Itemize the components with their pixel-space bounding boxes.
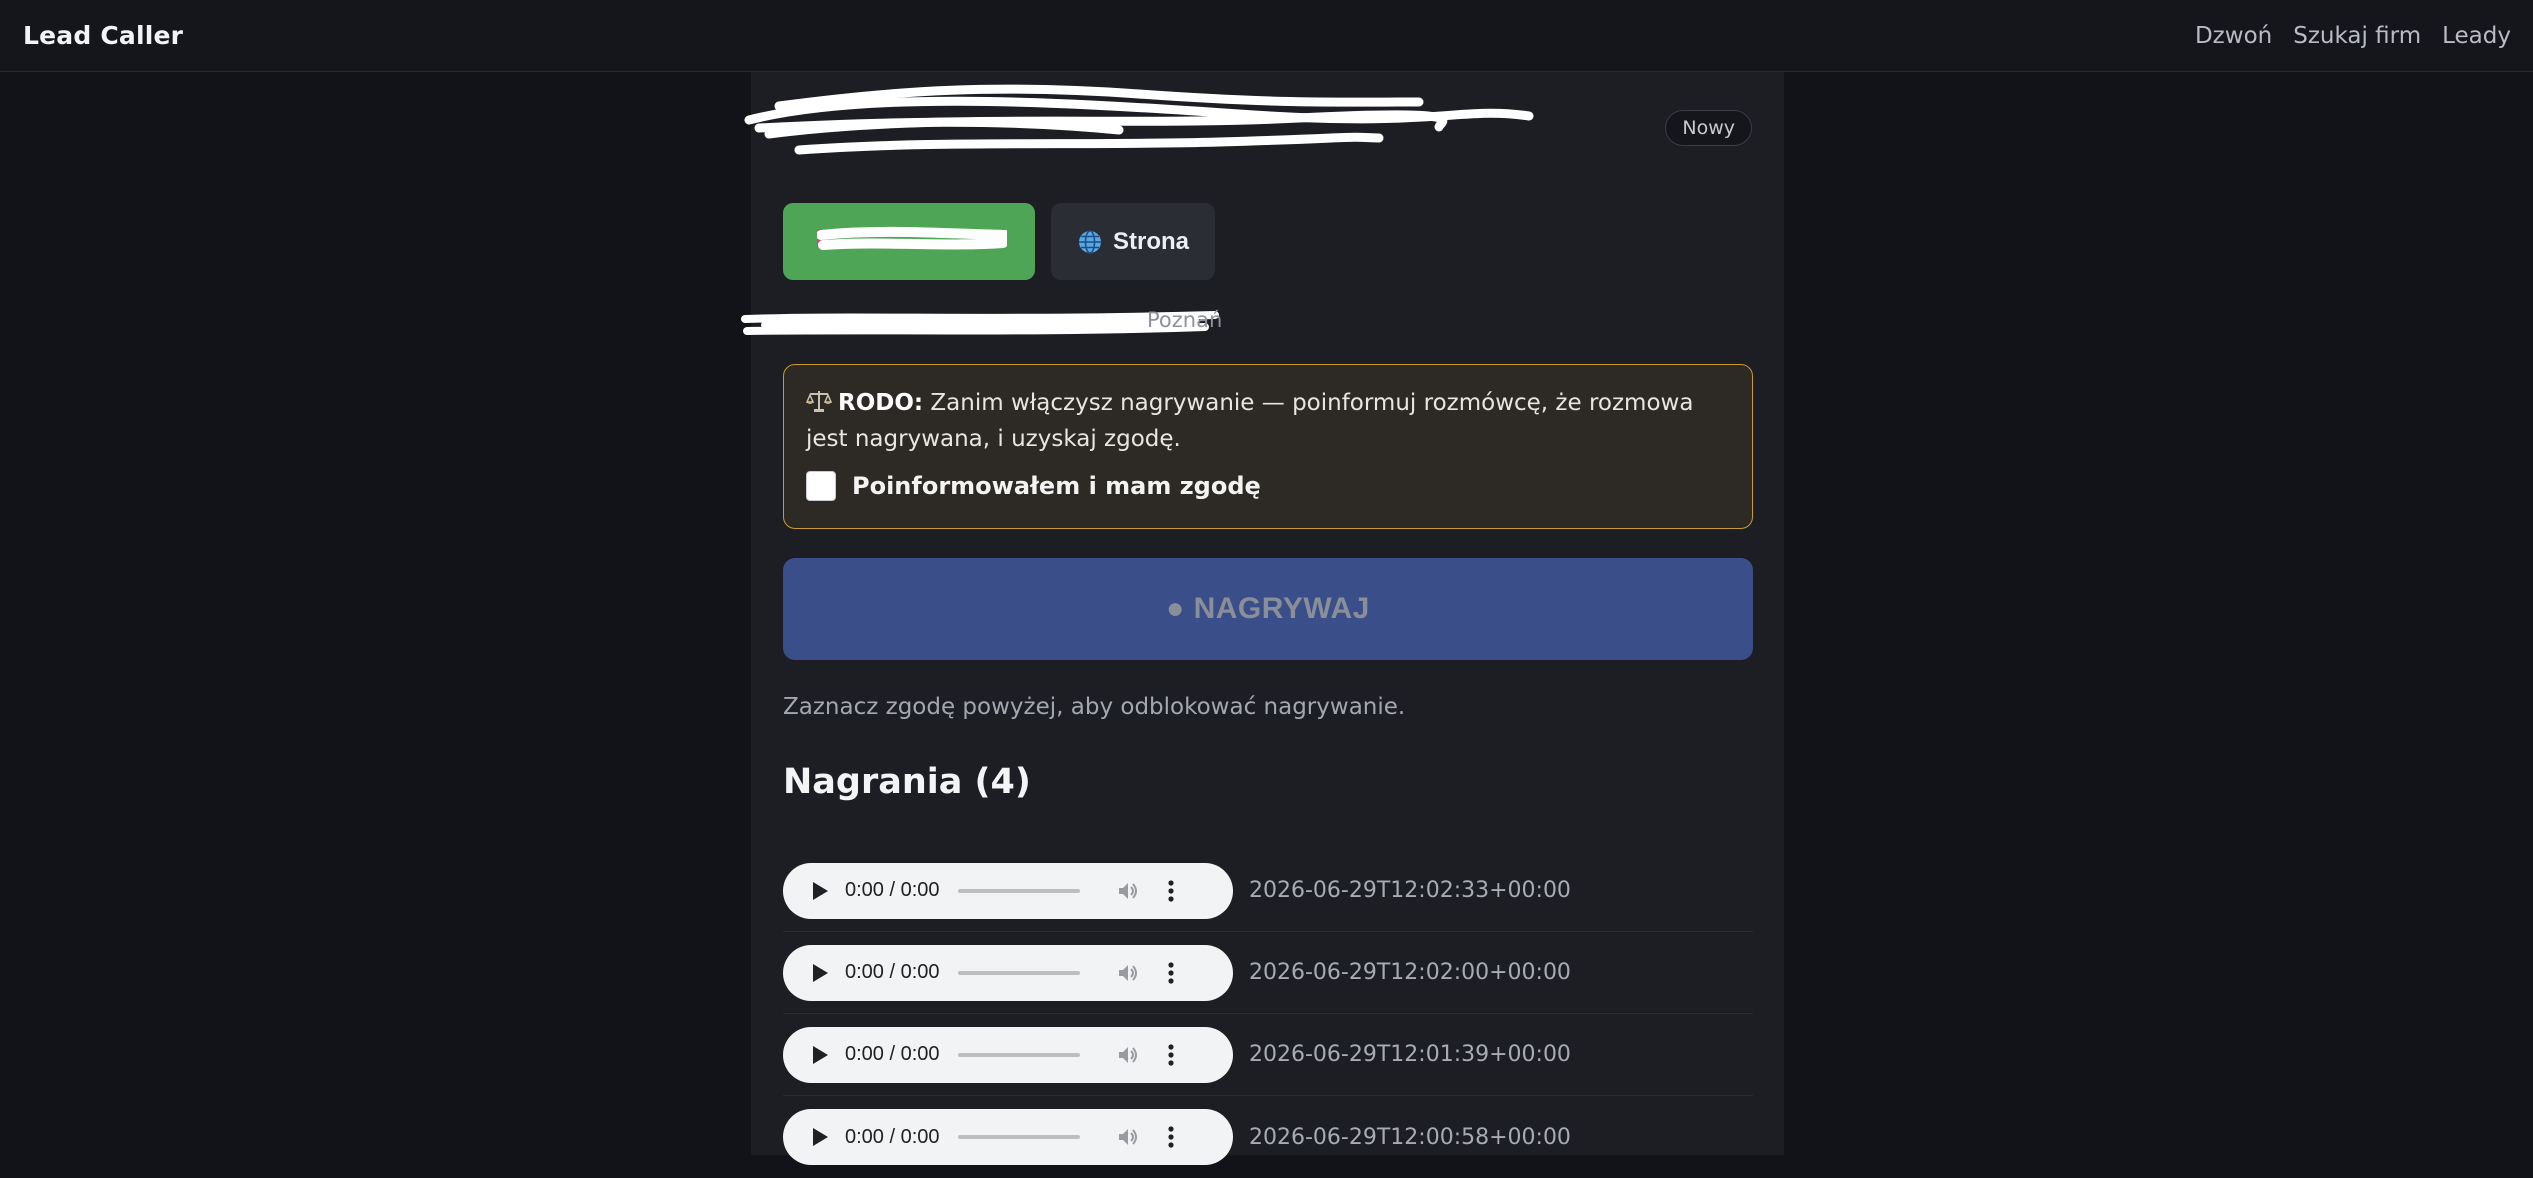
rodo-text: Zanim włączysz nagrywanie — poinformuj r… — [806, 390, 1694, 452]
recording-timestamp: 2026-06-29T12:02:33+00:00 — [1249, 878, 1571, 903]
more-options-icon[interactable] — [1167, 879, 1174, 902]
audio-progress-track[interactable] — [957, 888, 1080, 893]
recording-row: 0:00 / 0:00 2026-06-29T12:02:33+00:00 — [783, 850, 1753, 932]
consent-checkbox[interactable] — [806, 471, 836, 501]
volume-icon[interactable] — [1116, 879, 1140, 903]
globe-icon — [1079, 229, 1101, 254]
more-options-icon[interactable] — [1167, 961, 1174, 984]
recording-row: 0:00 / 0:00 2026-06-29T12:01:39+00:00 — [783, 1014, 1753, 1096]
nav-link-dzwon[interactable]: Dzwoń — [2195, 23, 2272, 49]
status-badge: Nowy — [1665, 110, 1752, 146]
audio-player[interactable]: 0:00 / 0:00 — [783, 1109, 1233, 1165]
record-button[interactable]: ● NAGRYWAJ — [783, 558, 1753, 660]
rodo-consent-panel: RODO: Zanim włączysz nagrywanie — poinfo… — [783, 364, 1753, 529]
recording-timestamp: 2026-06-29T12:02:00+00:00 — [1249, 960, 1571, 985]
lead-actions: Strona — [783, 203, 1216, 280]
rodo-label: RODO: — [838, 390, 924, 416]
play-icon[interactable] — [811, 1127, 829, 1147]
nav-link-leady[interactable]: Leady — [2442, 23, 2511, 49]
recording-row: 0:00 / 0:00 2026-06-29T12:00:58+00:00 — [783, 1096, 1753, 1178]
website-button[interactable]: Strona — [1051, 203, 1216, 280]
audio-time: 0:00 / 0:00 — [845, 879, 940, 901]
audio-progress-track[interactable] — [957, 970, 1080, 975]
app-title[interactable]: Lead Caller — [23, 21, 183, 50]
audio-progress-track[interactable] — [957, 1135, 1080, 1139]
play-icon[interactable] — [811, 1045, 829, 1065]
recordings-heading: Nagrania (4) — [783, 762, 1031, 802]
audio-time: 0:00 / 0:00 — [845, 961, 940, 983]
website-button-label: Strona — [1113, 227, 1190, 255]
consent-checkbox-row[interactable]: Poinformowałem i mam zgodę — [806, 471, 1730, 501]
volume-icon[interactable] — [1116, 1125, 1140, 1149]
main-nav: Dzwoń Szukaj firm Leady — [2195, 23, 2511, 49]
redacted-lead-name — [744, 84, 1534, 155]
play-icon[interactable] — [811, 881, 829, 901]
volume-icon[interactable] — [1116, 961, 1140, 985]
address-city: Poznań — [1147, 308, 1223, 332]
audio-time: 0:00 / 0:00 — [845, 1043, 940, 1065]
play-icon[interactable] — [811, 963, 829, 983]
call-phone-button[interactable] — [783, 203, 1035, 280]
nav-link-szukaj-firm[interactable]: Szukaj firm — [2293, 23, 2421, 49]
top-navbar: Lead Caller Dzwoń Szukaj firm Leady — [0, 0, 2533, 72]
recording-row: 0:00 / 0:00 2026-06-29T12:02:00+00:00 — [783, 932, 1753, 1014]
audio-progress-track[interactable] — [957, 1052, 1080, 1057]
recordings-list: 0:00 / 0:00 2026-06-29T12:02:33+00:00 0:… — [783, 850, 1753, 1178]
redacted-phone-number — [817, 226, 1007, 250]
recording-timestamp: 2026-06-29T12:00:58+00:00 — [1249, 1124, 1571, 1150]
more-options-icon[interactable] — [1167, 1043, 1174, 1066]
volume-icon[interactable] — [1116, 1043, 1140, 1067]
audio-player[interactable]: 0:00 / 0:00 — [783, 944, 1233, 1001]
audio-player[interactable]: 0:00 / 0:00 — [783, 1026, 1233, 1083]
rodo-notice: RODO: Zanim włączysz nagrywanie — poinfo… — [806, 385, 1730, 457]
consent-label: Poinformowałem i mam zgodę — [852, 472, 1261, 500]
scale-icon — [806, 391, 832, 412]
lead-card: Nowy Strona Poznań RODO: Zanim włączysz … — [741, 72, 1784, 1165]
audio-time: 0:00 / 0:00 — [845, 1125, 940, 1148]
more-options-icon[interactable] — [1167, 1126, 1174, 1148]
record-hint: Zaznacz zgodę powyżej, aby odblokować na… — [783, 694, 1406, 720]
recording-timestamp: 2026-06-29T12:01:39+00:00 — [1249, 1042, 1571, 1067]
audio-player[interactable]: 0:00 / 0:00 — [783, 862, 1233, 919]
